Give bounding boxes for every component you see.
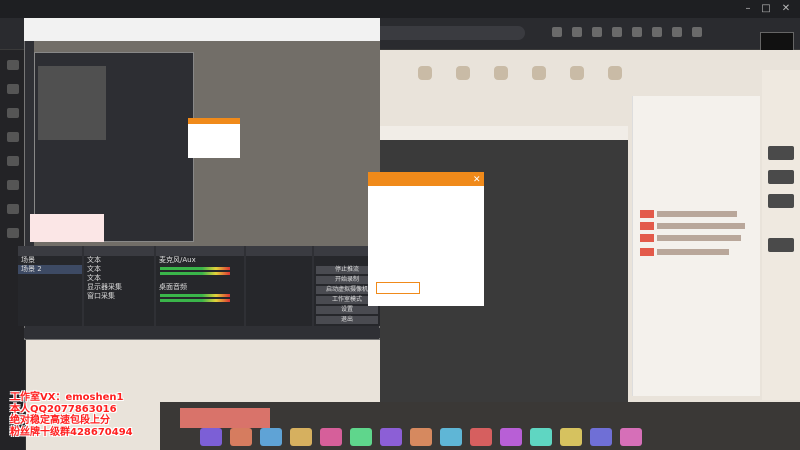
sidebar-icon-2[interactable] bbox=[7, 84, 19, 94]
video-title-bar bbox=[380, 126, 628, 140]
promo-overlay: 工作室VX：emoshen1 本人QQ2077863016 绝对稳定高速包段上分… bbox=[10, 392, 133, 438]
side-rail-icon[interactable] bbox=[768, 146, 794, 160]
chat-line bbox=[640, 248, 750, 256]
scene-item[interactable]: 场景 2 bbox=[18, 265, 82, 274]
chat-badge bbox=[640, 210, 654, 218]
scene-item[interactable]: 场景 bbox=[18, 256, 82, 265]
obs-menu-bar[interactable] bbox=[24, 31, 380, 41]
gift-icon[interactable] bbox=[440, 428, 462, 446]
nav-icon-1[interactable] bbox=[418, 66, 432, 80]
gift-icon[interactable] bbox=[500, 428, 522, 446]
nav-icon-6[interactable] bbox=[608, 66, 622, 80]
side-rail bbox=[762, 70, 800, 400]
sidebar-icon-1[interactable] bbox=[7, 60, 19, 70]
chat-line bbox=[640, 222, 750, 230]
sidebar-icon-6[interactable] bbox=[7, 180, 19, 190]
side-rail-icon[interactable] bbox=[768, 238, 794, 252]
toolbar-icon-3[interactable] bbox=[592, 27, 602, 37]
gift-icon[interactable] bbox=[530, 428, 552, 446]
source-item[interactable]: 文本 bbox=[84, 265, 154, 274]
promo-line: 绝对稳定高速包段上分 bbox=[10, 415, 110, 426]
obs-status-bar bbox=[24, 328, 380, 338]
volume-meter bbox=[160, 299, 230, 302]
chat-badge bbox=[640, 222, 654, 230]
dialog-confirm-button[interactable] bbox=[376, 282, 420, 294]
obs-window-title bbox=[24, 18, 380, 31]
preview-red-note bbox=[30, 214, 104, 242]
sources-list: 文本 文本 文本 显示器采集 窗口采集 bbox=[84, 256, 154, 326]
gift-icon[interactable] bbox=[350, 428, 372, 446]
close-icon[interactable]: ✕ bbox=[780, 3, 792, 15]
gift-icon[interactable] bbox=[620, 428, 642, 446]
gift-icon[interactable] bbox=[470, 428, 492, 446]
sidebar-icon-5[interactable] bbox=[7, 156, 19, 166]
promo-line: 本人QQ2077863016 bbox=[10, 403, 117, 415]
sidebar-icon-7[interactable] bbox=[7, 204, 19, 214]
side-rail-icon[interactable] bbox=[768, 194, 794, 208]
maximize-icon[interactable]: □ bbox=[760, 3, 772, 15]
source-item[interactable]: 文本 bbox=[84, 256, 154, 265]
side-rail-icon[interactable] bbox=[768, 170, 794, 184]
chat-badge bbox=[640, 248, 654, 256]
gift-icon[interactable] bbox=[410, 428, 432, 446]
toolbar-icon-6[interactable] bbox=[652, 27, 662, 37]
toolbar-icon-7[interactable] bbox=[672, 27, 682, 37]
nav-icon-5[interactable] bbox=[570, 66, 584, 80]
nav-icon-3[interactable] bbox=[494, 66, 508, 80]
page-nav-strip bbox=[380, 58, 630, 98]
volume-meter bbox=[160, 272, 230, 275]
mixer-channel-label: 桌面音频 bbox=[159, 283, 187, 291]
gift-tooltip bbox=[180, 408, 270, 428]
browser-title-bar bbox=[0, 0, 800, 18]
dialog-close-icon[interactable]: ✕ bbox=[473, 175, 481, 185]
gift-icon[interactable] bbox=[200, 428, 222, 446]
panel-transitions-header bbox=[246, 246, 312, 256]
gift-icon[interactable] bbox=[290, 428, 312, 446]
gift-icon[interactable] bbox=[380, 428, 402, 446]
transitions-panel bbox=[246, 256, 312, 326]
mixer-channel-label: 麦克风/Aux bbox=[159, 256, 196, 264]
nav-icon-4[interactable] bbox=[532, 66, 546, 80]
toolbar-icon-1[interactable] bbox=[552, 27, 562, 37]
promo-line: 粉丝牌十级群428670494 bbox=[10, 426, 133, 438]
chat-text bbox=[657, 211, 737, 217]
panel-sources-header bbox=[84, 246, 154, 256]
toolbar-icon-5[interactable] bbox=[632, 27, 642, 37]
sidebar-icon-3[interactable] bbox=[7, 108, 19, 118]
gift-icon[interactable] bbox=[230, 428, 252, 446]
chat-badge bbox=[640, 234, 654, 242]
volume-meter bbox=[160, 294, 230, 297]
gift-icon[interactable] bbox=[590, 428, 612, 446]
audio-mixer: 麦克风/Aux 桌面音频 bbox=[156, 256, 244, 326]
nested-obs-preview bbox=[38, 66, 106, 140]
toolbar-icon-4[interactable] bbox=[612, 27, 622, 37]
toolbar-icon-2[interactable] bbox=[572, 27, 582, 37]
panel-scenes-header bbox=[18, 246, 82, 256]
chat-text bbox=[657, 249, 729, 255]
nested-dialog bbox=[188, 118, 240, 158]
status-text bbox=[24, 329, 204, 336]
sidebar-icon-4[interactable] bbox=[7, 132, 19, 142]
minimize-icon[interactable]: – bbox=[742, 3, 754, 15]
chat-text bbox=[657, 223, 745, 229]
settings-button[interactable]: 设置 bbox=[316, 306, 378, 314]
gift-icon[interactable] bbox=[260, 428, 282, 446]
scenes-list: 场景 场景 2 bbox=[18, 256, 82, 326]
sidebar-icon-8[interactable] bbox=[7, 228, 19, 238]
chat-panel bbox=[632, 96, 760, 396]
toolbar-icon-8[interactable] bbox=[692, 27, 702, 37]
nav-icon-2[interactable] bbox=[456, 66, 470, 80]
panel-mixer-header bbox=[156, 246, 244, 256]
chat-line bbox=[640, 234, 750, 242]
source-item[interactable]: 显示器采集 bbox=[84, 283, 154, 292]
gift-icon[interactable] bbox=[560, 428, 582, 446]
volume-meter bbox=[160, 267, 230, 270]
promo-line: 工作室VX：emoshen1 bbox=[10, 392, 124, 403]
source-item[interactable]: 文本 bbox=[84, 274, 154, 283]
exit-button[interactable]: 退出 bbox=[316, 316, 378, 324]
chat-text bbox=[657, 235, 741, 241]
source-item[interactable]: 窗口采集 bbox=[84, 292, 154, 301]
gift-icon[interactable] bbox=[320, 428, 342, 446]
chat-line bbox=[640, 210, 750, 218]
